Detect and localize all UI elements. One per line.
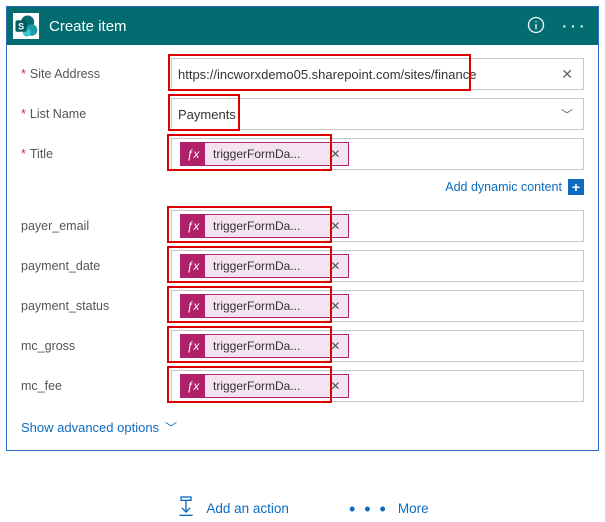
chevron-down-icon[interactable]: ﹀ [557, 106, 577, 123]
title-input[interactable]: ƒx triggerFormDa... ✕ [171, 138, 584, 170]
mc-fee-input[interactable]: ƒx triggerFormDa... ✕ [171, 370, 584, 402]
label-mc-gross: mc_gross [21, 339, 161, 353]
dynamic-content-label: Add dynamic content [445, 180, 562, 194]
label-mc-fee: mc_fee [21, 379, 161, 393]
add-dynamic-content-link[interactable]: Add dynamic content + [21, 179, 584, 195]
label-site-address: *Site Address [21, 67, 161, 81]
info-icon[interactable] [522, 15, 550, 38]
fx-icon: ƒx [181, 255, 205, 277]
expression-token[interactable]: ƒx triggerFormDa... ✕ [180, 214, 349, 238]
mc-gross-input[interactable]: ƒx triggerFormDa... ✕ [171, 330, 584, 362]
fx-icon: ƒx [181, 215, 205, 237]
label-title: *Title [21, 147, 161, 161]
label-list-name: *List Name [21, 107, 161, 121]
fx-icon: ƒx [181, 335, 205, 357]
remove-token-icon[interactable]: ✕ [322, 219, 348, 233]
remove-token-icon[interactable]: ✕ [322, 147, 348, 161]
more-button[interactable]: • • • More [349, 500, 429, 518]
chevron-down-icon: ﹀ [165, 419, 177, 436]
row-payer-email: payer_email ƒx triggerFormDa... ✕ [21, 209, 584, 243]
fx-icon: ƒx [181, 375, 205, 397]
fx-icon: ƒx [181, 295, 205, 317]
clear-site-address-icon[interactable]: ✕ [557, 66, 577, 83]
token-label: triggerFormDa... [205, 299, 322, 313]
remove-token-icon[interactable]: ✕ [322, 299, 348, 313]
more-label: More [398, 501, 429, 516]
row-mc-gross: mc_gross ƒx triggerFormDa... ✕ [21, 329, 584, 363]
expression-token[interactable]: ƒx triggerFormDa... ✕ [180, 334, 349, 358]
sharepoint-icon: S [13, 13, 39, 39]
card-title: Create item [49, 18, 512, 35]
site-address-input[interactable]: https://incworxdemo05.sharepoint.com/sit… [171, 58, 584, 90]
svg-text:S: S [18, 21, 24, 31]
row-mc-fee: mc_fee ƒx triggerFormDa... ✕ [21, 369, 584, 403]
token-label: triggerFormDa... [205, 379, 322, 393]
create-item-card: S Create item ··· *Site Address https://… [6, 6, 599, 451]
expression-token[interactable]: ƒx triggerFormDa... ✕ [180, 142, 349, 166]
expression-token[interactable]: ƒx triggerFormDa... ✕ [180, 294, 349, 318]
expression-token[interactable]: ƒx triggerFormDa... ✕ [180, 254, 349, 278]
list-name-value: Payments [178, 107, 557, 122]
payment-date-input[interactable]: ƒx triggerFormDa... ✕ [171, 250, 584, 282]
card-header: S Create item ··· [7, 7, 598, 45]
list-name-select[interactable]: Payments ﹀ [171, 98, 584, 130]
row-site-address: *Site Address https://incworxdemo05.shar… [21, 57, 584, 91]
plus-icon: + [568, 179, 584, 195]
advanced-label: Show advanced options [21, 420, 159, 435]
remove-token-icon[interactable]: ✕ [322, 339, 348, 353]
row-payment-status: payment_status ƒx triggerFormDa... ✕ [21, 289, 584, 323]
label-payer-email: payer_email [21, 219, 161, 233]
payment-status-input[interactable]: ƒx triggerFormDa... ✕ [171, 290, 584, 322]
site-address-value: https://incworxdemo05.sharepoint.com/sit… [178, 67, 557, 82]
remove-token-icon[interactable]: ✕ [322, 379, 348, 393]
expression-token[interactable]: ƒx triggerFormDa... ✕ [180, 374, 349, 398]
fx-icon: ƒx [181, 143, 205, 165]
label-payment-status: payment_status [21, 299, 161, 313]
token-label: triggerFormDa... [205, 259, 322, 273]
more-icon[interactable]: ··· [560, 16, 588, 36]
token-label: triggerFormDa... [205, 219, 322, 233]
more-icon: • • • [349, 500, 388, 518]
show-advanced-options[interactable]: Show advanced options ﹀ [21, 419, 177, 436]
token-label: triggerFormDa... [205, 339, 322, 353]
row-list-name: *List Name Payments ﹀ [21, 97, 584, 131]
row-title: *Title ƒx triggerFormDa... ✕ [21, 137, 584, 171]
token-label: triggerFormDa... [205, 147, 322, 161]
add-action-label: Add an action [206, 501, 289, 516]
label-payment-date: payment_date [21, 259, 161, 273]
remove-token-icon[interactable]: ✕ [322, 259, 348, 273]
payer-email-input[interactable]: ƒx triggerFormDa... ✕ [171, 210, 584, 242]
card-body: *Site Address https://incworxdemo05.shar… [7, 45, 598, 450]
row-payment-date: payment_date ƒx triggerFormDa... ✕ [21, 249, 584, 283]
